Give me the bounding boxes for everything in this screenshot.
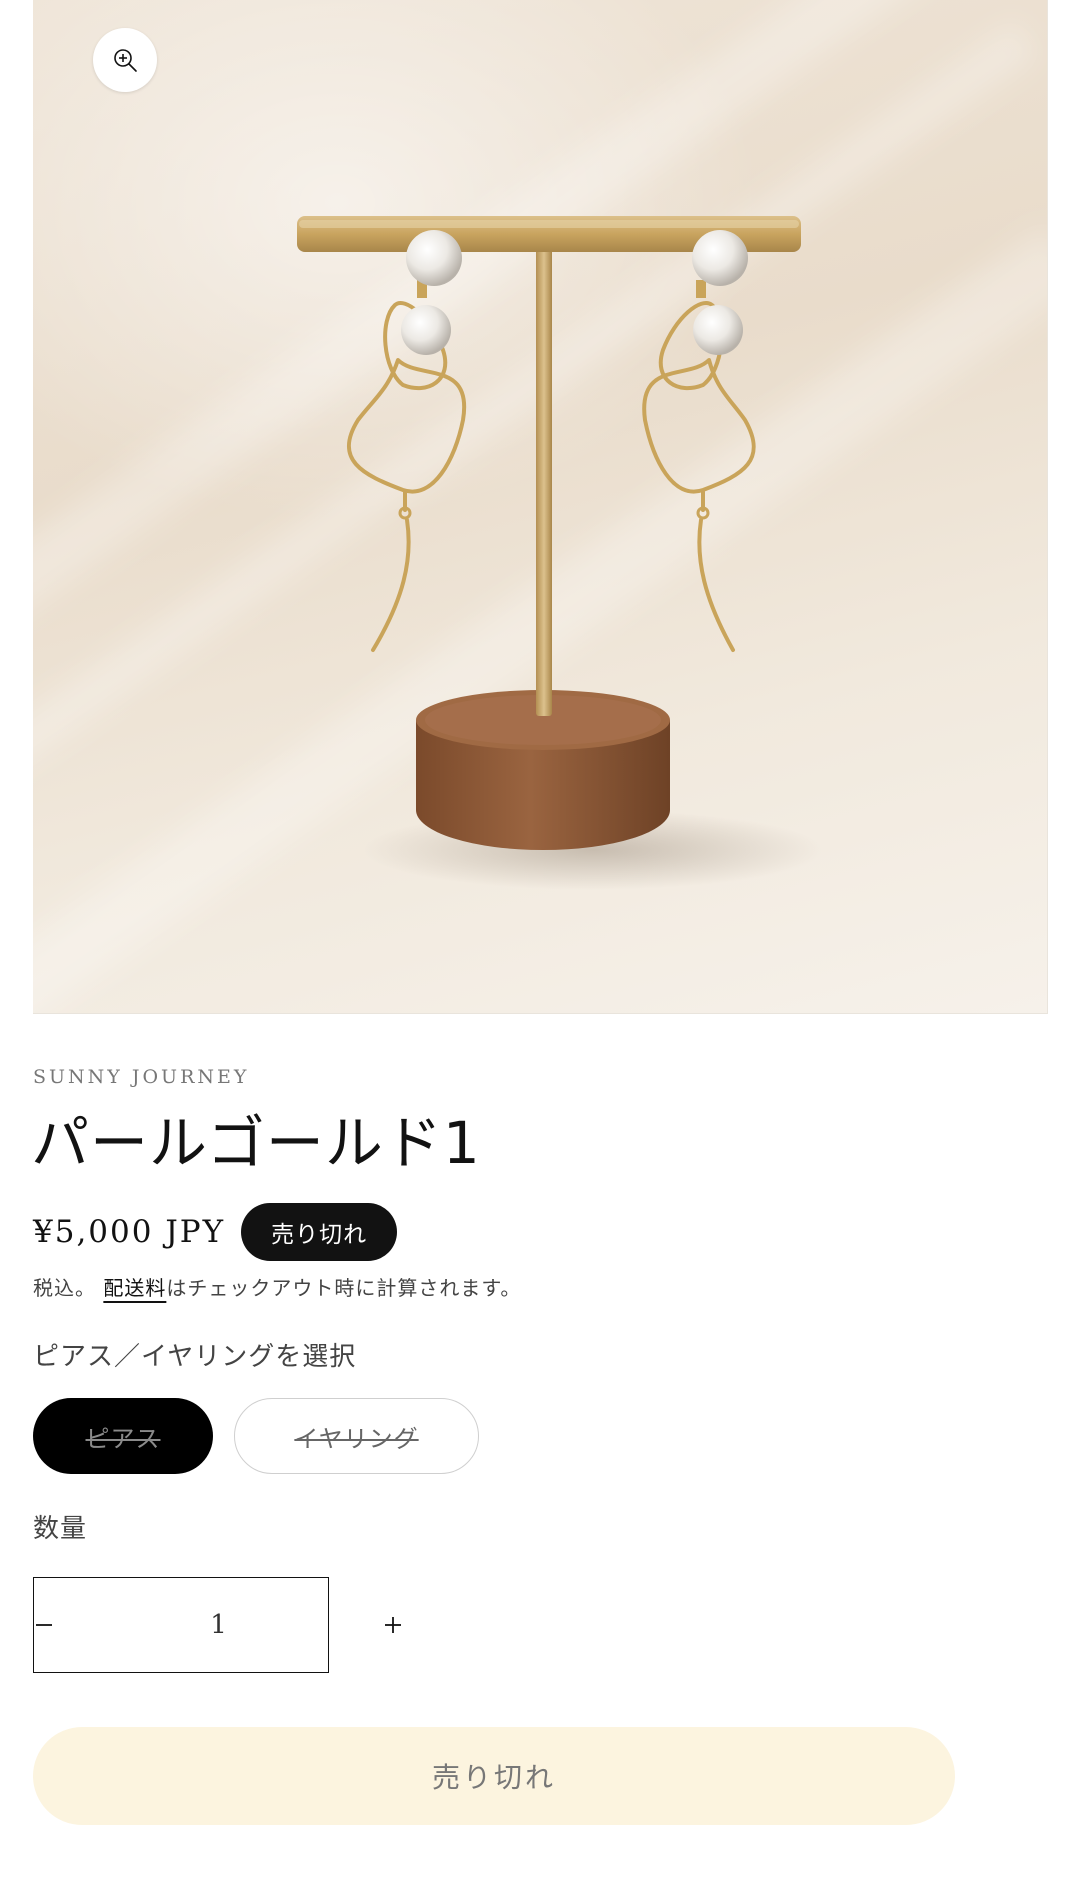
variant-option-pierce[interactable]: ピアス: [33, 1398, 213, 1474]
price-row: ¥5,000 JPY 売り切れ: [33, 1203, 398, 1261]
quantity-label: 数量: [33, 1514, 88, 1544]
zoom-button[interactable]: [93, 28, 157, 92]
tax-note: 税込。 配送料はチェックアウト時に計算されます。: [33, 1272, 521, 1301]
quantity-input[interactable]: [54, 1578, 383, 1672]
product-title: パールゴールド1: [31, 1109, 481, 1177]
tax-note-prefix: 税込。: [33, 1276, 96, 1300]
minus-icon: [36, 1624, 52, 1626]
quantity-increase-button[interactable]: [383, 1578, 403, 1672]
add-to-cart-button[interactable]: 売り切れ: [33, 1727, 955, 1825]
quantity-stepper: [33, 1577, 401, 1673]
product-vendor: SUNNY JOURNEY: [33, 1066, 250, 1088]
variant-option-earring[interactable]: イヤリング: [234, 1398, 479, 1474]
product-price: ¥5,000 JPY: [33, 1214, 226, 1250]
sold-out-badge: 売り切れ: [241, 1203, 398, 1261]
tax-note-suffix: はチェックアウト時に計算されます。: [166, 1276, 522, 1300]
quantity-decrease-button[interactable]: [34, 1578, 54, 1672]
product-image-gallery[interactable]: [33, 0, 1048, 1014]
zoom-in-icon: [114, 49, 137, 72]
shipping-policy-link[interactable]: 配送料: [103, 1276, 166, 1300]
plus-icon: [385, 1617, 401, 1633]
product-image: [297, 216, 823, 890]
variant-picker-label: ピアス／イヤリングを選択: [33, 1342, 357, 1372]
